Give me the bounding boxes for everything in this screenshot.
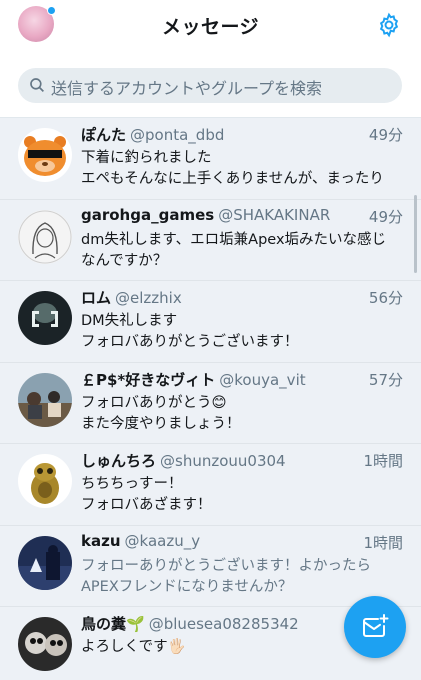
sender-handle: @SHAKAKINAR (218, 205, 331, 224)
sender-name: ロム @elzzhix (81, 289, 182, 307)
conversation-row[interactable]: しゅんちろ @shunzouu0304 1時間 ちちちっすー！ フォロバあざます！ (0, 444, 421, 526)
message-time: 49分 (368, 126, 403, 144)
scrollbar[interactable] (414, 195, 417, 273)
sender-name: ぽんた @ponta_dbd (81, 126, 225, 144)
conversation-row[interactable]: ロム @elzzhix 56分 DM失礼します フォロバありがとうございます！ (0, 281, 421, 363)
search-input[interactable]: 送信するアカウントやグループを検索 (18, 68, 402, 103)
conversation-row[interactable]: kazu @kaazu_y 1時間 フォローありがとうございます！よかったら AP… (0, 525, 421, 607)
conversation-row[interactable]: ぽんた @ponta_dbd 49分 下着に釣られました エペもそんなに上手くあり… (0, 118, 421, 200)
message-preview: フォローありがとうございます！よかったら (81, 557, 371, 574)
new-message-button[interactable] (344, 596, 406, 658)
message-preview: フォロバあざます！ (81, 497, 212, 513)
search-icon (30, 78, 44, 92)
gear-icon[interactable] (376, 12, 402, 38)
sender-name: kazu @kaazu_y (81, 531, 201, 550)
sender-handle: @bluesea08285342 (148, 615, 299, 633)
message-preview: フォロバありがとうございます！ (81, 334, 299, 350)
message-preview: また今度やりましょう！ (81, 415, 241, 432)
sender-handle: @ponta_dbd (130, 126, 225, 144)
sender-handle: @shunzouu0304 (160, 452, 286, 470)
sender-handle: @kaazu_y (124, 531, 201, 550)
message-preview: ちちちっすー！ (81, 476, 183, 492)
page-title: メッセージ (161, 16, 260, 38)
sender-name: ￡P$*好きなヴィト @kouya_vit (81, 370, 306, 389)
avatar (18, 291, 72, 345)
message-time: 56分 (368, 289, 403, 307)
avatar (18, 535, 72, 590)
message-time: 49分 (368, 207, 403, 226)
sender-name: 鳥の糞🌱 @bluesea08285342 (81, 615, 299, 633)
message-preview: なんですか？ (81, 252, 168, 269)
conversation-list: ぽんた @ponta_dbd 49分 下着に釣られました エペもそんなに上手くあり… (0, 118, 421, 680)
sender-handle: @kouya_vit (219, 370, 306, 389)
avatar (18, 209, 72, 264)
message-time: 57分 (368, 370, 403, 389)
new-message-icon (363, 614, 389, 637)
message-preview: APEXフレンドになりませんか？ (81, 578, 293, 595)
message-preview: 下着に釣られました (81, 150, 212, 166)
avatar (18, 128, 72, 182)
sender-name: しゅんちろ @shunzouu0304 (81, 452, 286, 470)
top-bar: メッセージ 送信するアカウントやグループを検索 (0, 0, 421, 118)
message-preview: dm失礼します、エロ垢兼Apex垢みたいな感じ (81, 231, 387, 248)
conversation-row[interactable]: garohga_games @SHAKAKINAR 49分 dm失礼します、エロ垢… (0, 199, 421, 281)
sender-name: garohga_games @SHAKAKINAR (81, 205, 331, 224)
avatar (18, 454, 72, 508)
search-placeholder: 送信するアカウントやグループを検索 (51, 79, 323, 98)
message-time: 1時間 (363, 452, 403, 470)
sender-handle: @elzzhix (115, 289, 182, 307)
avatar (18, 372, 72, 427)
message-preview: フォロバありがとう😊 (81, 394, 227, 411)
message-preview: エペもそんなに上手くありませんが、まったり (81, 171, 384, 187)
avatar (18, 617, 72, 671)
conversation-row[interactable]: ￡P$*好きなヴィト @kouya_vit 57分 フォロバありがとう😊 また今度… (0, 362, 421, 444)
message-time: 1時間 (363, 533, 403, 552)
message-preview: DM失礼します (81, 313, 178, 329)
